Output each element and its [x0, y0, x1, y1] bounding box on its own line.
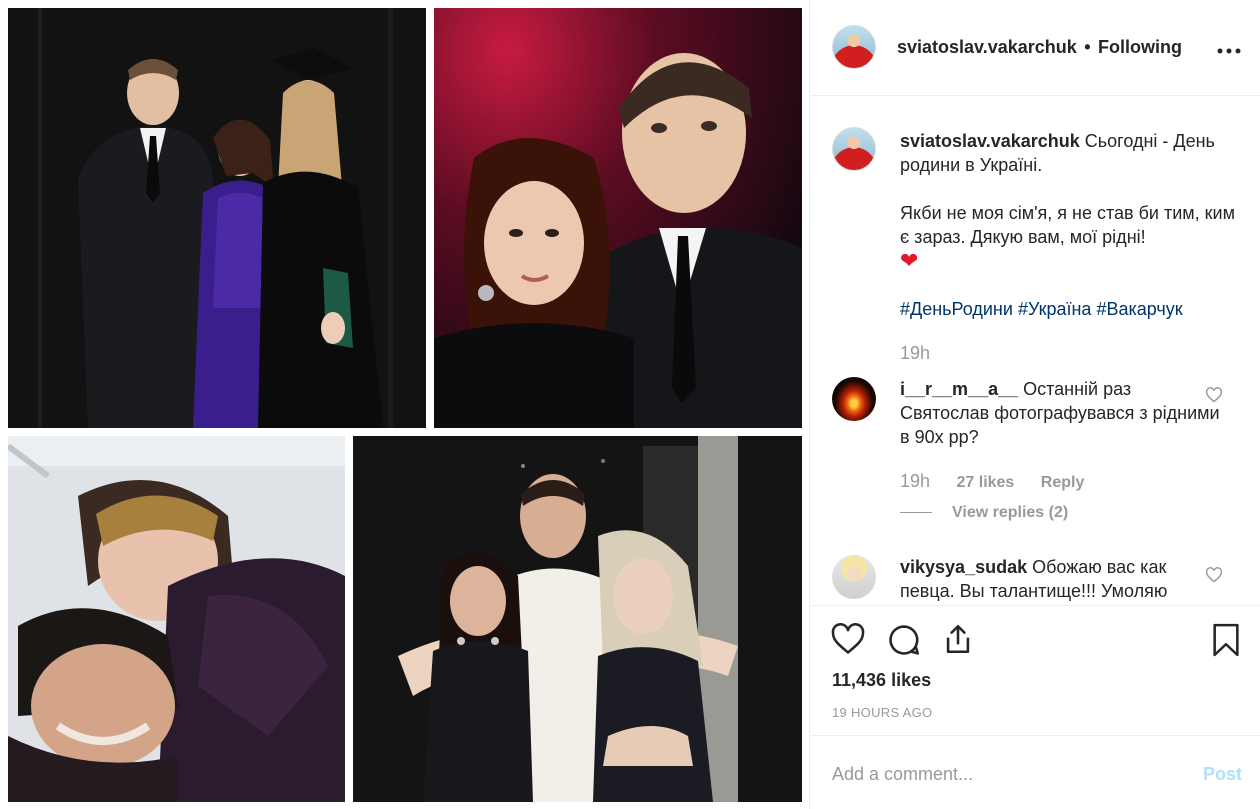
comment-username[interactable]: vikysya_sudak	[900, 557, 1027, 577]
comment-likes[interactable]: 27 likes	[957, 474, 1015, 491]
comment-icon[interactable]	[887, 623, 921, 662]
reply-button[interactable]: Reply	[1041, 474, 1085, 491]
post-timestamp[interactable]: 19 HOURS AGO	[832, 705, 932, 720]
comment-like-icon[interactable]	[1205, 387, 1223, 408]
heart-emoji: ❤	[900, 248, 919, 273]
photo-selfie	[434, 8, 802, 428]
post-header: sviatoslav.vakarchuk • Following	[811, 0, 1260, 96]
bookmark-icon[interactable]	[1210, 623, 1242, 662]
comment-meta: 19h 27 likes Reply	[900, 471, 1106, 492]
hashtag-link[interactable]: #Вакарчук	[1096, 299, 1182, 319]
add-comment-bar: Post	[811, 735, 1260, 809]
comment-body: i__r__m__a__ Останній раз Святослав фото…	[900, 377, 1220, 449]
following-button[interactable]: Following	[1098, 37, 1182, 57]
post-media-collage[interactable]	[0, 0, 810, 809]
caption-avatar[interactable]	[832, 127, 876, 171]
likes-count[interactable]: 11,436 likes	[832, 670, 931, 691]
caption-username[interactable]: sviatoslav.vakarchuk	[900, 131, 1080, 151]
share-icon[interactable]	[941, 622, 975, 661]
view-replies-label: View replies (2)	[952, 504, 1069, 521]
photo-hug	[8, 436, 345, 802]
comment-like-icon[interactable]	[1205, 567, 1223, 588]
author-username[interactable]: sviatoslav.vakarchuk	[897, 37, 1077, 57]
comments-scroll-area[interactable]: sviatoslav.vakarchuk Сьогодні - День род…	[811, 97, 1260, 605]
header-separator: •	[1084, 37, 1091, 57]
commenter-avatar[interactable]	[832, 555, 876, 599]
comment-input[interactable]	[832, 760, 1172, 788]
post-button[interactable]: Post	[1203, 764, 1242, 785]
commenter-avatar[interactable]	[832, 377, 876, 421]
post-caption: sviatoslav.vakarchuk Сьогодні - День род…	[900, 129, 1240, 365]
author-avatar[interactable]	[832, 25, 876, 69]
caption-hashtags: #ДеньРодини #Україна #Вакарчук	[900, 297, 1240, 321]
replies-divider	[900, 512, 932, 514]
post-actions: 11,436 likes 19 HOURS AGO	[811, 605, 1260, 735]
comment-time[interactable]: 19h	[900, 471, 930, 491]
hashtag-link[interactable]: #Україна	[1018, 299, 1092, 319]
view-replies-button[interactable]: View replies (2)	[900, 504, 1068, 522]
photo-trio	[353, 436, 802, 802]
comment-username[interactable]: i__r__m__a__	[900, 379, 1018, 399]
photo-graduation	[8, 8, 426, 428]
like-icon[interactable]	[831, 623, 865, 660]
post-sidebar: sviatoslav.vakarchuk • Following sviatos…	[811, 0, 1260, 809]
caption-line-2: Якби не моя сім'я, я не став би тим, ким…	[900, 203, 1235, 247]
more-options-icon[interactable]	[1216, 44, 1242, 55]
caption-time[interactable]: 19h	[900, 341, 1240, 365]
hashtag-link[interactable]: #ДеньРодини	[900, 299, 1013, 319]
comment-body: vikysya_sudak Обожаю вас как певца. Вы т…	[900, 555, 1220, 603]
